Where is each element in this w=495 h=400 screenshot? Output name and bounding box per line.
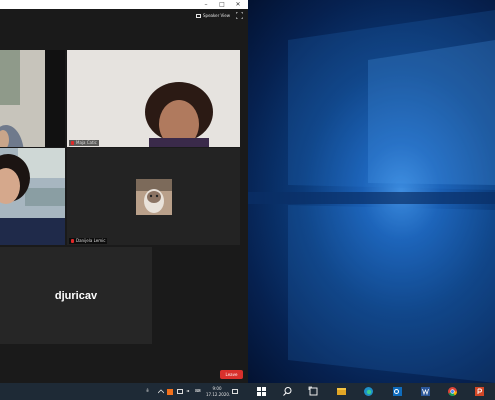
- leave-button[interactable]: Leave: [220, 370, 243, 379]
- maja-video: [67, 50, 240, 147]
- search-icon[interactable]: [282, 386, 293, 397]
- participant-name: Danijela Lemic: [76, 238, 106, 243]
- minimize-icon[interactable]: –: [200, 0, 212, 9]
- close-icon[interactable]: ✕: [232, 0, 244, 9]
- chrome-icon[interactable]: [447, 386, 458, 397]
- people-icon[interactable]: ꆜ: [146, 388, 149, 393]
- fullscreen-icon[interactable]: [236, 12, 243, 19]
- participant-name-tag: Maja Catic: [69, 140, 99, 146]
- maximize-icon[interactable]: □: [216, 0, 228, 9]
- windows-start-icon[interactable]: [256, 386, 267, 397]
- muted-mic-icon: [71, 239, 74, 243]
- video-tile-djuricav[interactable]: djuricav: [0, 247, 152, 344]
- video-tile-participant-3[interactable]: [0, 148, 65, 245]
- desktop-wallpaper: [248, 0, 495, 383]
- task-view-icon[interactable]: [308, 386, 319, 397]
- language-icon[interactable]: ⌨: [195, 388, 201, 393]
- tray-app-icon[interactable]: [167, 389, 173, 395]
- speaker-view-button[interactable]: Speaker View: [194, 12, 232, 20]
- speaker-view-label: Speaker View: [203, 13, 231, 18]
- word-icon[interactable]: [420, 386, 431, 397]
- network-icon[interactable]: [177, 389, 183, 394]
- video-tile-danijela[interactable]: Danijela Lemic: [67, 148, 240, 245]
- edge-browser-icon[interactable]: [363, 386, 374, 397]
- clock-time[interactable]: 9:00: [209, 386, 225, 391]
- participant-3-video: [0, 148, 65, 245]
- participant-name: Maja Catic: [76, 140, 97, 145]
- zoom-meeting-window: – □ ✕ Speaker View Maja Catic Danijela L…: [0, 0, 248, 383]
- video-tile-maja[interactable]: Maja Catic: [67, 50, 240, 147]
- speaker-view-icon: [196, 14, 201, 18]
- clock-date[interactable]: 17.12.2020.: [206, 392, 230, 397]
- powerpoint-icon[interactable]: [474, 386, 485, 397]
- video-tile-participant-1[interactable]: [0, 50, 65, 147]
- volume-icon[interactable]: ◄: [186, 388, 189, 393]
- file-explorer-icon[interactable]: [336, 386, 347, 397]
- window-title-bar: – □ ✕: [0, 0, 248, 9]
- participant-1-video: [0, 50, 65, 147]
- outlook-icon[interactable]: [392, 386, 403, 397]
- participant-username: djuricav: [54, 289, 98, 302]
- notifications-icon[interactable]: [232, 389, 238, 394]
- danijela-profile-picture: [136, 179, 172, 215]
- windows-logo-wallpaper: [248, 10, 495, 383]
- chevron-up-icon[interactable]: [158, 389, 164, 394]
- participant-name-tag: Danijela Lemic: [69, 238, 108, 244]
- muted-mic-icon: [71, 141, 74, 145]
